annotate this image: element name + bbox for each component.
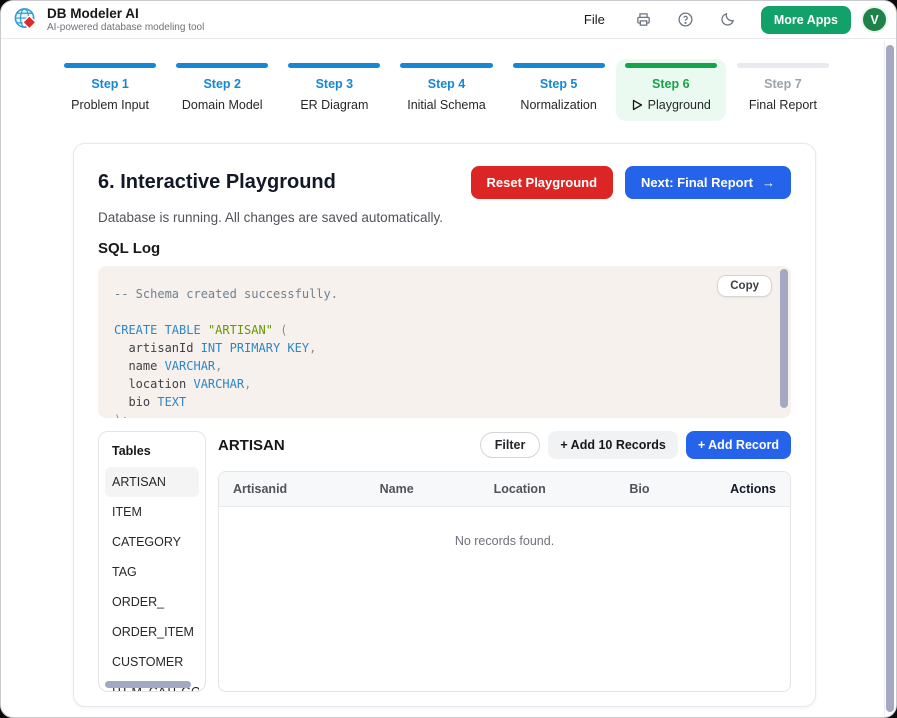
step-label: Problem Input: [64, 98, 156, 112]
code-line: [114, 303, 765, 321]
app-logo-icon: [13, 7, 38, 32]
step-card-final-report[interactable]: Step 7 Final Report: [728, 59, 838, 121]
step-card-er-diagram[interactable]: Step 3 ER Diagram: [279, 59, 389, 121]
playground-bottom: Tables ARTISANITEMCATEGORYTAGORDER_ORDER…: [98, 431, 791, 692]
next-final-report-button[interactable]: Next: Final Report →: [625, 166, 791, 199]
add-ten-records-button[interactable]: + Add 10 Records: [548, 431, 677, 459]
step-label-text: Problem Input: [71, 98, 149, 112]
step-label-text: Initial Schema: [407, 98, 486, 112]
reset-playground-button[interactable]: Reset Playground: [471, 166, 614, 199]
step-label: Playground: [625, 98, 717, 112]
moon-icon[interactable]: [719, 11, 736, 28]
step-card-normalization[interactable]: Step 5 Normalization: [504, 59, 614, 121]
app-header: DB Modeler AI AI-powered database modeli…: [1, 1, 896, 39]
column-header-name: Name: [380, 482, 494, 496]
step-label-text: Domain Model: [182, 98, 263, 112]
sql-log-code: -- Schema created successfully. CREATE T…: [98, 266, 791, 418]
step-number: Step 2: [176, 77, 268, 91]
playground-header: 6. Interactive Playground Reset Playgrou…: [98, 166, 791, 199]
table-list-item-tag[interactable]: TAG: [105, 557, 199, 587]
code-line: name VARCHAR,: [114, 357, 765, 375]
code-line: CREATE TABLE "ARTISAN" (: [114, 321, 765, 339]
avatar[interactable]: V: [861, 6, 888, 33]
records-table: ArtisanidNameLocationBioActions No recor…: [218, 471, 791, 692]
step-card-problem-input[interactable]: Step 1 Problem Input: [55, 59, 165, 121]
code-line: );: [114, 411, 765, 418]
records-table-title: ARTISAN: [218, 437, 472, 454]
filter-button[interactable]: Filter: [480, 432, 541, 458]
column-header-actions: Actions: [705, 482, 776, 496]
records-header: ARTISAN Filter + Add 10 Records + Add Re…: [218, 431, 791, 459]
status-text: Database is running. All changes are sav…: [98, 210, 791, 225]
table-list-item-order_[interactable]: ORDER_: [105, 587, 199, 617]
copy-button[interactable]: Copy: [717, 275, 772, 297]
step-label: ER Diagram: [288, 98, 380, 112]
steps-row: Step 1 Problem Input Step 2 Domain Model…: [1, 39, 896, 121]
step-label: Domain Model: [176, 98, 268, 112]
play-icon: [631, 99, 643, 111]
step-label-text: ER Diagram: [300, 98, 368, 112]
empty-records-message: No records found.: [219, 507, 790, 548]
column-header-bio: Bio: [629, 482, 705, 496]
add-record-button[interactable]: + Add Record: [686, 431, 791, 459]
column-header-artisanid: Artisanid: [233, 482, 380, 496]
table-list-item-item[interactable]: ITEM: [105, 497, 199, 527]
window-scrollbar[interactable]: [884, 40, 896, 717]
step-number: Step 4: [400, 77, 492, 91]
step-card-domain-model[interactable]: Step 2 Domain Model: [167, 59, 277, 121]
window-scrollbar-thumb[interactable]: [886, 45, 894, 712]
table-list-item-customer[interactable]: CUSTOMER: [105, 647, 199, 677]
records-table-header: ArtisanidNameLocationBioActions: [219, 472, 790, 507]
tables-panel: Tables ARTISANITEMCATEGORYTAGORDER_ORDER…: [98, 431, 206, 692]
step-label-text: Final Report: [749, 98, 817, 112]
step-progress-bar: [176, 63, 268, 68]
records-panel: ARTISAN Filter + Add 10 Records + Add Re…: [218, 431, 791, 692]
step-card-playground[interactable]: Step 6 Playground: [616, 59, 726, 121]
step-progress-bar: [400, 63, 492, 68]
app-tagline: AI-powered database modeling tool: [47, 22, 204, 34]
step-number: Step 5: [513, 77, 605, 91]
step-label-text: Normalization: [520, 98, 596, 112]
step-progress-bar: [625, 63, 717, 68]
step-number: Step 1: [64, 77, 156, 91]
print-icon[interactable]: [635, 11, 652, 28]
code-line: bio TEXT: [114, 393, 765, 411]
file-menu[interactable]: File: [584, 12, 605, 27]
step-card-initial-schema[interactable]: Step 4 Initial Schema: [391, 59, 501, 121]
step-progress-bar: [737, 63, 829, 68]
table-list-item-artisan[interactable]: ARTISAN: [105, 467, 199, 497]
column-header-location: Location: [494, 482, 630, 496]
app-title-block: DB Modeler AI AI-powered database modeli…: [47, 6, 204, 33]
tables-list: ARTISANITEMCATEGORYTAGORDER_ORDER_ITEMCU…: [105, 467, 199, 692]
app-title: DB Modeler AI: [47, 6, 204, 22]
more-apps-button[interactable]: More Apps: [761, 6, 851, 34]
step-label: Initial Schema: [400, 98, 492, 112]
tables-heading: Tables: [105, 442, 199, 467]
step-number: Step 3: [288, 77, 380, 91]
sql-log-heading: SQL Log: [98, 240, 791, 257]
next-button-label: Next: Final Report: [641, 175, 753, 190]
code-line: location VARCHAR,: [114, 375, 765, 393]
table-list-item-order_item[interactable]: ORDER_ITEM: [105, 617, 199, 647]
code-line: -- Schema created successfully.: [114, 285, 765, 303]
step-progress-bar: [513, 63, 605, 68]
step-number: Step 6: [625, 77, 717, 91]
help-icon[interactable]: [677, 11, 694, 28]
sql-log-block: -- Schema created successfully. CREATE T…: [98, 266, 791, 418]
page-title: 6. Interactive Playground: [98, 171, 471, 194]
step-label-text: Playground: [648, 98, 711, 112]
arrow-right-icon: →: [762, 175, 775, 190]
sql-log-scrollbar-thumb[interactable]: [780, 269, 788, 408]
step-label: Final Report: [737, 98, 829, 112]
step-label: Normalization: [513, 98, 605, 112]
tables-hscrollbar-thumb[interactable]: [105, 681, 191, 688]
playground-card: 6. Interactive Playground Reset Playgrou…: [73, 143, 816, 707]
sql-log-scrollbar[interactable]: [780, 269, 788, 415]
step-number: Step 7: [737, 77, 829, 91]
step-progress-bar: [64, 63, 156, 68]
code-line: artisanId INT PRIMARY KEY,: [114, 339, 765, 357]
app-window: DB Modeler AI AI-powered database modeli…: [0, 0, 897, 718]
table-list-item-category[interactable]: CATEGORY: [105, 527, 199, 557]
step-progress-bar: [288, 63, 380, 68]
